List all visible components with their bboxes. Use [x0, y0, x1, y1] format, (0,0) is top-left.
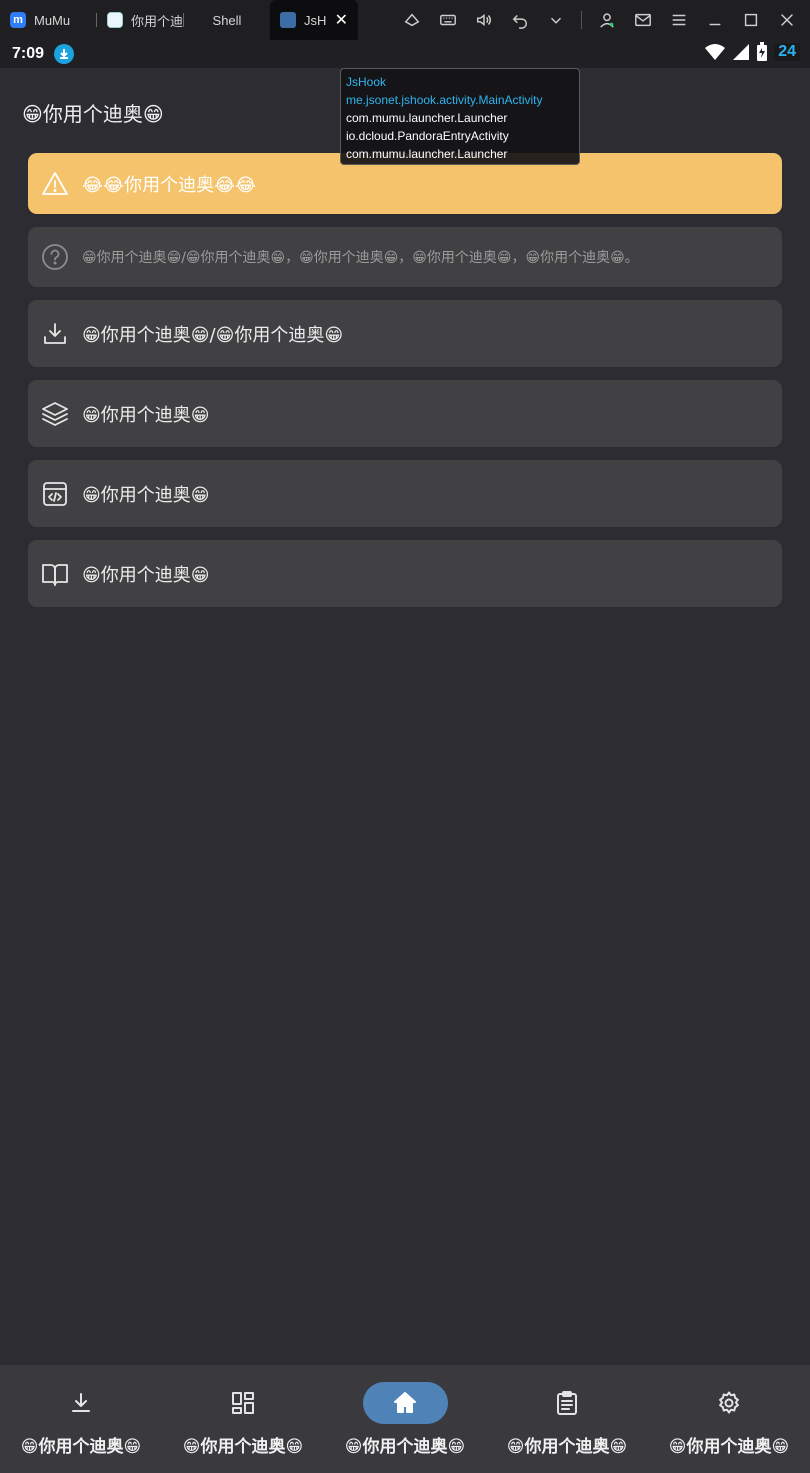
tab-label: 你用个迪 — [131, 13, 183, 29]
status-clock: 7:09 — [12, 45, 45, 62]
mail-icon[interactable] — [632, 9, 654, 31]
code-card-text: 😁你用个迪奥😁 — [82, 484, 210, 506]
tab-close-icon[interactable]: ✕ — [335, 10, 348, 30]
nav-label: 😁你用个迪奥😁 — [182, 1437, 304, 1457]
clipboard-icon — [525, 1382, 610, 1424]
signal-icon — [733, 44, 750, 60]
nav-item-home[interactable]: 😁你用个迪奥😁 — [324, 1365, 486, 1473]
tooltip-activity: me.jsonet.jshook.activity.MainActivity — [346, 93, 543, 107]
code-card[interactable]: 😁你用个迪奥😁 — [28, 460, 782, 527]
emulator-title-bar: m MuMu 你用个迪 Shell JsHo ✕ — [0, 0, 810, 40]
gear-icon — [687, 1382, 772, 1424]
tab-app[interactable]: 你用个迪 — [97, 0, 183, 40]
mumu-logo-icon: m — [10, 12, 26, 28]
maximize-icon[interactable] — [740, 9, 762, 31]
app-thumbnail-icon — [107, 12, 123, 28]
download-card[interactable]: 😁你用个迪奥😁/😁你用个迪奥😁 — [28, 300, 782, 367]
tooltip-line: com.mumu.launcher.Launcher — [346, 147, 508, 161]
nav-item-download[interactable]: 😁你用个迪奥😁 — [0, 1365, 162, 1473]
tooltip-line: io.dcloud.PandoraEntryActivity — [346, 129, 509, 143]
download-notification-icon — [54, 44, 75, 64]
window-toolbar — [401, 0, 798, 40]
android-status-bar: 7:09 24 — [0, 40, 810, 68]
chevron-down-icon[interactable] — [545, 9, 567, 31]
tab-label: MuMu — [34, 12, 71, 28]
book-card[interactable]: 😁你用个迪奥😁 — [28, 540, 782, 607]
download-card-text: 😁你用个迪奥😁/😁你用个迪奥😁 — [82, 324, 344, 346]
warning-card-text: 😂😂你用个迪奥😂😂 — [82, 174, 257, 196]
nav-item-clipboard[interactable]: 😁你用个迪奥😁 — [486, 1365, 648, 1473]
nav-label: 😁你用个迪奥😁 — [506, 1437, 628, 1457]
download-icon — [40, 319, 70, 349]
layers-card[interactable]: 😁你用个迪奥😁 — [28, 380, 782, 447]
bottom-navigation: 😁你用个迪奥😁 😁你用个迪奥😁 😁你用个迪奥😁 😁你用个迪奥😁 😁你用个迪奥😁 — [0, 1365, 810, 1473]
help-card-text: 😁你用个迪奥😁/😁你用个迪奥😁，😁你用个迪奥😁，😁你用个迪奥😁，😁你用个迪奥😁。 — [82, 250, 639, 266]
nav-label: 😁你用个迪奥😁 — [20, 1437, 142, 1457]
tab-label: Shell — [212, 12, 242, 28]
tab-shell[interactable]: Shell — [184, 0, 270, 40]
screen-rotate-icon[interactable] — [401, 9, 423, 31]
minimize-icon[interactable] — [704, 9, 726, 31]
back-icon[interactable] — [509, 9, 531, 31]
nav-label: 😁你用个迪奥😁 — [344, 1437, 466, 1457]
battery-icon — [757, 42, 768, 61]
warning-icon — [40, 169, 70, 199]
account-icon[interactable] — [596, 9, 618, 31]
home-icon — [362, 1382, 448, 1424]
system-icons: 24 — [704, 42, 800, 62]
page-title: 😁你用个迪奥😁 — [22, 102, 164, 126]
tooltip-line: com.mumu.launcher.Launcher — [346, 111, 508, 125]
dashboard-icon — [201, 1382, 286, 1424]
book-card-text: 😁你用个迪奥😁 — [82, 564, 210, 586]
keyboard-icon[interactable] — [437, 9, 459, 31]
toolbar-separator — [581, 11, 582, 29]
tab-label: JsHo — [304, 12, 327, 28]
layers-icon — [40, 399, 70, 429]
help-card[interactable]: 😁你用个迪奥😁/😁你用个迪奥😁，😁你用个迪奥😁，😁你用个迪奥😁，😁你用个迪奥😁。 — [28, 227, 782, 287]
jshook-logo-icon — [280, 12, 296, 28]
tab-mumu[interactable]: m MuMu — [0, 0, 96, 40]
nav-label: 😁你用个迪奥😁 — [668, 1437, 790, 1457]
nav-item-dashboard[interactable]: 😁你用个迪奥😁 — [162, 1365, 324, 1473]
volume-icon[interactable] — [473, 9, 495, 31]
menu-icon[interactable] — [668, 9, 690, 31]
help-circle-icon — [40, 242, 70, 272]
book-icon — [40, 559, 70, 589]
tooltip-app-name: JsHook — [346, 75, 387, 89]
nav-item-settings[interactable]: 😁你用个迪奥😁 — [648, 1365, 810, 1473]
close-icon[interactable] — [776, 9, 798, 31]
activity-tooltip: JsHook me.jsonet.jshook.activity.MainAct… — [340, 68, 580, 165]
code-window-icon — [40, 479, 70, 509]
layers-card-text: 😁你用个迪奥😁 — [82, 404, 210, 426]
wifi-icon — [705, 44, 726, 60]
battery-level-badge: 24 — [774, 43, 800, 61]
download-icon — [39, 1382, 124, 1424]
tab-jshook[interactable]: JsHo ✕ — [270, 0, 358, 40]
